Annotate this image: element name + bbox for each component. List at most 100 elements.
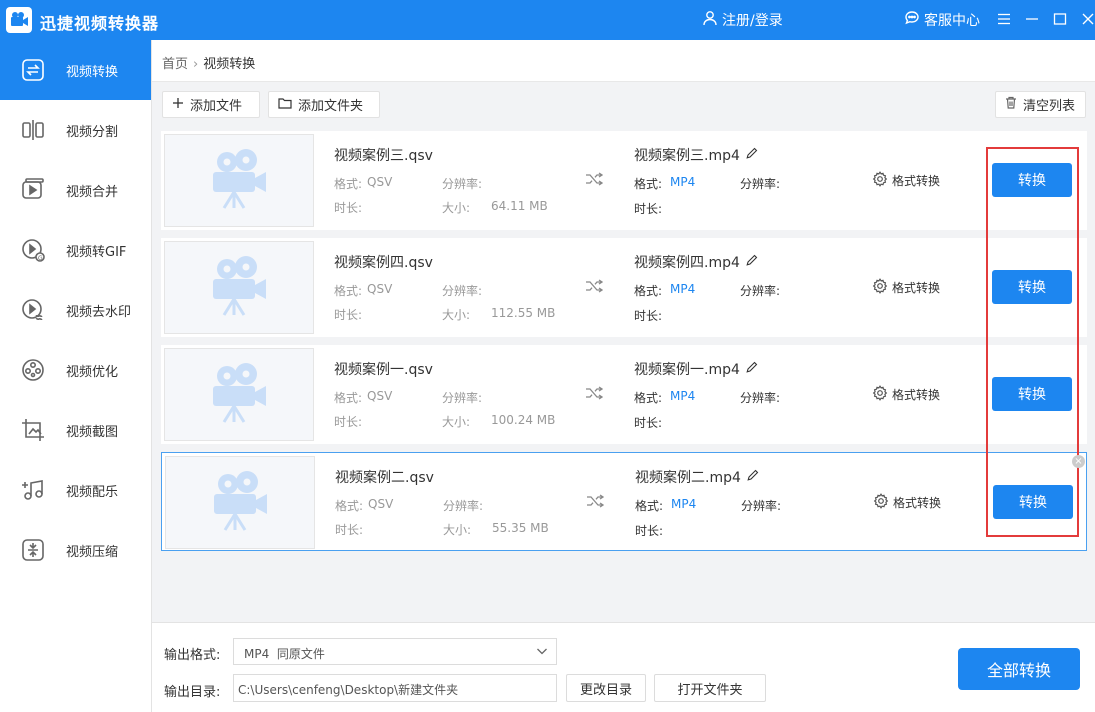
source-format-value: QSV (368, 497, 394, 511)
gear-icon (872, 385, 888, 404)
service-label: 客服中心 (924, 13, 980, 29)
video-camera-icon (210, 362, 268, 428)
login-button[interactable]: 注册/登录 (702, 10, 783, 30)
file-card[interactable]: 视频案例一.qsv 格式: QSV 分辨率: 时长: 大小: 100.24 MB… (161, 345, 1087, 444)
source-size-label: 大小: (442, 201, 471, 215)
source-format-value: QSV (367, 282, 393, 296)
format-convert-button[interactable]: 格式转换 (872, 385, 940, 404)
sidebar-item-label: 视频去水印 (66, 304, 132, 320)
file-card[interactable]: 视频案例三.qsv 格式: QSV 分辨率: 时长: 大小: 64.11 MB … (161, 131, 1087, 230)
source-size-value: 55.35 MB (492, 521, 549, 535)
source-file-name: 视频案例二.qsv (335, 470, 434, 486)
sidebar-item-label: 视频转换 (66, 64, 119, 80)
source-format-value: QSV (367, 389, 393, 403)
sidebar-item-music[interactable]: 视频配乐 (0, 460, 151, 520)
edit-pencil-icon[interactable] (747, 469, 759, 486)
format-convert-button[interactable]: 格式转换 (872, 171, 940, 190)
sidebar-item-watermark[interactable]: 视频去水印 (0, 280, 151, 340)
output-format-value: MP4 同原文件 (244, 647, 325, 661)
output-format-value[interactable]: MP4 (670, 282, 695, 296)
edit-pencil-icon[interactable] (746, 254, 758, 271)
output-resolution-label: 分辨率: (741, 499, 782, 513)
output-file-name: 视频案例三.mp4 (634, 148, 740, 164)
sidebar-item-merge[interactable]: 视频合并 (0, 160, 151, 220)
sidebar-item-convert[interactable]: 视频转换 (0, 40, 151, 100)
clear-list-label: 清空列表 (1023, 99, 1076, 114)
output-format-value[interactable]: MP4 (670, 389, 695, 403)
source-duration-label: 时长: (335, 523, 364, 537)
output-dir-input[interactable]: C:\Users\cenfeng\Desktop\新建文件夹 (233, 674, 557, 702)
output-format-label: 输出格式: (164, 648, 221, 663)
convert-icon (20, 57, 46, 83)
maximize-icon[interactable] (1052, 10, 1068, 28)
source-format-value: QSV (367, 175, 393, 189)
sidebar-item-optimize[interactable]: 视频优化 (0, 340, 151, 400)
breadcrumb-separator: › (193, 57, 199, 72)
add-file-label: 添加文件 (190, 99, 243, 114)
file-card[interactable]: 视频案例二.qsv 格式: QSV 分辨率: 时长: 大小: 55.35 MB … (161, 452, 1087, 551)
output-format-select[interactable]: MP4 同原文件 (233, 638, 557, 665)
video-camera-icon (210, 148, 268, 214)
gear-icon (873, 493, 889, 512)
source-resolution-label: 分辨率: (442, 177, 483, 191)
output-format-label: 格式: (634, 284, 663, 298)
shuffle-icon (585, 278, 604, 298)
output-file-name-row: 视频案例二.mp4 (635, 467, 759, 487)
output-file-name: 视频案例二.mp4 (635, 470, 741, 486)
format-convert-button[interactable]: 格式转换 (872, 278, 940, 297)
svg-text:G: G (38, 255, 43, 262)
source-resolution-label: 分辨率: (442, 284, 483, 298)
merge-icon (20, 177, 46, 203)
chevron-down-icon (536, 645, 548, 660)
change-dir-button[interactable]: 更改目录 (566, 674, 646, 702)
sidebar-item-label: 视频合并 (66, 184, 119, 200)
sidebar-item-compress[interactable]: 视频压缩 (0, 520, 151, 580)
sidebar-item-screenshot[interactable]: 视频截图 (0, 400, 151, 460)
format-convert-label: 格式转换 (893, 496, 942, 510)
output-file-name: 视频案例一.mp4 (634, 362, 740, 378)
breadcrumb-home[interactable]: 首页 (162, 57, 188, 72)
output-file-name-row: 视频案例三.mp4 (634, 145, 758, 165)
add-folder-label: 添加文件夹 (298, 99, 364, 114)
output-format-value[interactable]: MP4 (670, 175, 695, 189)
sidebar-item-gif[interactable]: G 视频转GIF (0, 220, 151, 280)
breadcrumb: 首页 › 视频转换 (152, 40, 1095, 82)
source-duration-label: 时长: (334, 201, 363, 215)
edit-pencil-icon[interactable] (746, 361, 758, 378)
gear-icon (872, 278, 888, 297)
convert-all-button[interactable]: 全部转换 (958, 648, 1080, 690)
format-convert-button[interactable]: 格式转换 (873, 493, 941, 512)
output-duration-label: 时长: (634, 416, 663, 430)
remove-item-icon[interactable]: × (1072, 455, 1085, 468)
video-thumbnail (164, 348, 314, 441)
source-format-label: 格式: (334, 177, 363, 191)
sidebar-item-split[interactable]: 视频分割 (0, 100, 151, 160)
sidebar-item-label: 视频优化 (66, 364, 119, 380)
output-format-value[interactable]: MP4 (671, 497, 696, 511)
add-file-button[interactable]: 添加文件 (162, 91, 260, 118)
sidebar-item-label: 视频配乐 (66, 484, 119, 500)
output-file-name-row: 视频案例一.mp4 (634, 359, 758, 379)
source-resolution-label: 分辨率: (443, 499, 484, 513)
source-file-name: 视频案例三.qsv (334, 148, 433, 164)
chat-icon (904, 10, 920, 30)
output-resolution-label: 分辨率: (740, 391, 781, 405)
output-dir-label: 输出目录: (164, 685, 221, 700)
add-folder-button[interactable]: 添加文件夹 (268, 91, 380, 118)
format-convert-label: 格式转换 (892, 281, 941, 295)
customer-service-button[interactable]: 客服中心 (904, 10, 980, 30)
breadcrumb-current: 视频转换 (203, 57, 256, 72)
clear-list-button[interactable]: 清空列表 (995, 91, 1086, 118)
file-card[interactable]: 视频案例四.qsv 格式: QSV 分辨率: 时长: 大小: 112.55 MB… (161, 238, 1087, 337)
music-icon (20, 477, 46, 503)
open-folder-button[interactable]: 打开文件夹 (654, 674, 766, 702)
watermark-icon (20, 297, 46, 323)
source-duration-label: 时长: (334, 415, 363, 429)
highlight-box (986, 147, 1079, 537)
menu-icon[interactable] (996, 10, 1012, 28)
sidebar-item-label: 视频压缩 (66, 544, 119, 560)
edit-pencil-icon[interactable] (746, 147, 758, 164)
plus-icon (172, 97, 184, 113)
close-icon[interactable] (1080, 10, 1095, 28)
minimize-icon[interactable] (1024, 10, 1040, 28)
